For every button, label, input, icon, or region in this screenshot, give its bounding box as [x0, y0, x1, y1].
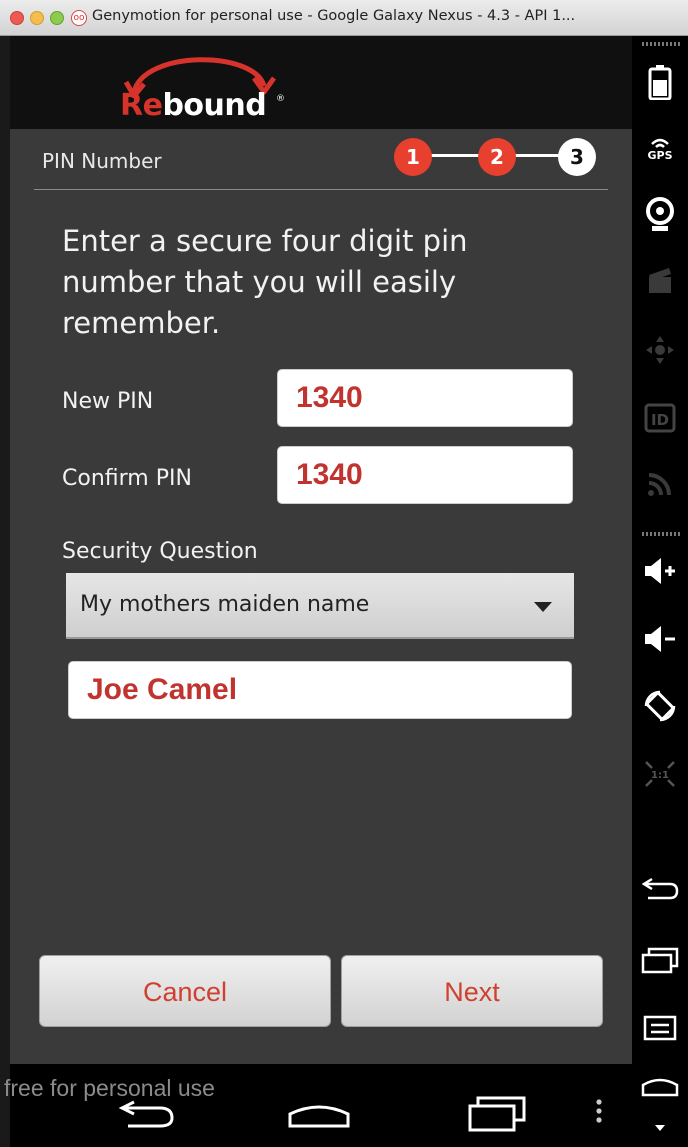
- dpad-icon: [646, 336, 674, 364]
- step-2: 2: [478, 138, 516, 176]
- security-question-label: Security Question: [62, 539, 258, 564]
- window-title: Genymotion for personal use - Google Gal…: [92, 8, 576, 24]
- window-title-bar: oo Genymotion for personal use - Google …: [0, 0, 688, 36]
- gps-signal-icon: [651, 138, 669, 148]
- minimize-window-button[interactable]: [30, 11, 44, 25]
- screen-title: PIN Number: [42, 149, 162, 173]
- toolbar-grip: [642, 532, 680, 536]
- new-pin-label: New PIN: [62, 389, 154, 414]
- recent-apps-icon: [641, 947, 679, 974]
- chevron-down-icon: [655, 1125, 665, 1131]
- security-answer-input[interactable]: Joe Camel: [68, 661, 572, 719]
- confirm-pin-label: Confirm PIN: [62, 466, 192, 491]
- new-pin-input[interactable]: 1340: [277, 369, 573, 427]
- webcam-button[interactable]: [632, 192, 688, 238]
- toolbar-recent-apps-button[interactable]: [632, 938, 688, 982]
- genymotion-app-icon: oo: [71, 10, 87, 26]
- logo-text-re: Re: [120, 88, 163, 123]
- step-3-current: 3: [558, 138, 596, 176]
- recent-apps-icon[interactable]: [466, 1092, 528, 1132]
- cast-button[interactable]: [632, 462, 688, 506]
- close-window-button[interactable]: [10, 11, 24, 25]
- device-screen: Rebound ® PIN Number 1 2 3 Enter a secur…: [10, 36, 632, 1147]
- volume-down-button[interactable]: [632, 616, 688, 662]
- step-indicator: 1 2 3: [390, 134, 600, 178]
- pixel-perfect-icon: 1:1: [645, 761, 675, 787]
- instructions-text: Enter a secure four digit pin number tha…: [62, 224, 468, 340]
- dropdown-arrow-icon: [534, 602, 552, 612]
- battery-button[interactable]: [632, 60, 688, 104]
- back-icon: [641, 877, 679, 900]
- home-icon: [641, 1078, 679, 1097]
- rotate-screen-icon: [644, 690, 676, 722]
- confirm-pin-input[interactable]: 1340: [277, 446, 573, 504]
- security-question-dropdown[interactable]: My mothers maiden name: [66, 573, 574, 639]
- header-divider: [34, 189, 608, 190]
- rebound-logo: Rebound: [120, 88, 267, 123]
- zoom-window-button[interactable]: [50, 11, 64, 25]
- dpad-button[interactable]: [632, 328, 688, 372]
- toolbar-home-button[interactable]: [632, 1066, 688, 1106]
- logo-text-bound: bound: [162, 88, 267, 123]
- toolbar-menu-button[interactable]: [632, 1006, 688, 1050]
- toolbar-back-button[interactable]: [632, 868, 688, 908]
- device-id-button[interactable]: ID: [632, 396, 688, 440]
- next-button[interactable]: Next: [341, 955, 603, 1027]
- pixel-perfect-button[interactable]: 1:1: [632, 752, 688, 796]
- volume-up-button[interactable]: [632, 548, 688, 594]
- step-1: 1: [394, 138, 432, 176]
- volume-up-icon: [645, 558, 675, 584]
- broadcast-icon: [648, 473, 671, 496]
- watermark-text: free for personal use: [4, 1075, 215, 1101]
- rotate-button[interactable]: [632, 682, 688, 730]
- id-card-icon: ID: [644, 403, 676, 433]
- toolbar-grip: [642, 42, 680, 46]
- menu-icon: [643, 1015, 677, 1041]
- gps-button[interactable]: GPS: [632, 126, 688, 170]
- registered-mark: ®: [276, 94, 285, 104]
- security-question-selected: My mothers maiden name: [80, 592, 370, 617]
- capture-button[interactable]: [632, 258, 688, 302]
- genymotion-toolbar: GPS ID 1:1: [632, 36, 688, 1147]
- volume-down-icon: [645, 626, 675, 652]
- webcam-icon: [646, 197, 674, 231]
- pixel-perfect-label: 1:1: [651, 770, 669, 781]
- toolbar-scroll-down[interactable]: [632, 1118, 688, 1138]
- battery-icon: [648, 65, 672, 100]
- app-header: Rebound ®: [10, 36, 632, 129]
- id-label: ID: [651, 411, 669, 429]
- overflow-menu-icon[interactable]: [594, 1098, 604, 1124]
- cancel-button[interactable]: Cancel: [39, 955, 331, 1027]
- pin-setup-form: PIN Number 1 2 3 Enter a secure four dig…: [10, 129, 632, 1064]
- gps-label: GPS: [647, 148, 673, 162]
- home-icon[interactable]: [286, 1100, 352, 1130]
- clapperboard-icon: [649, 268, 671, 293]
